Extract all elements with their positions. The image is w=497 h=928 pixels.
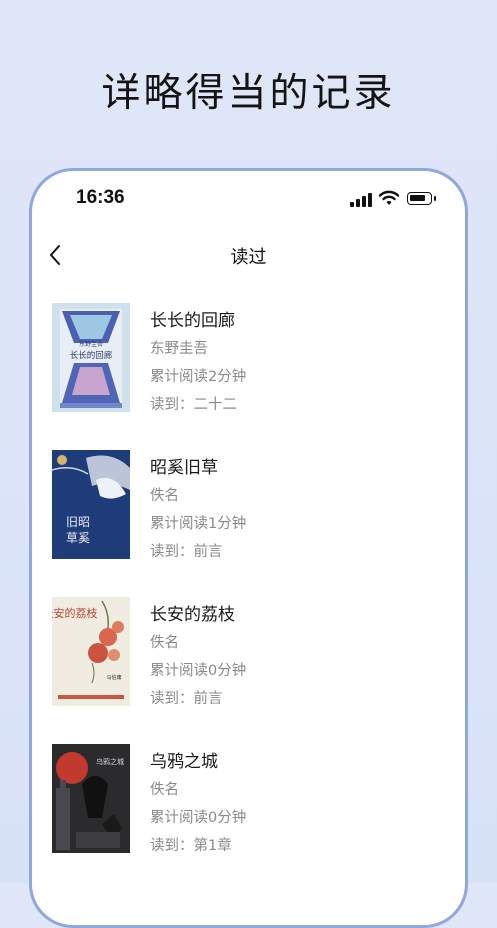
book-progress: 读到：前言 xyxy=(150,544,223,560)
book-item[interactable]: 长安的荔枝 马伯庸 长安的荔枝 佚名 累计阅读0分钟 读到：前言 xyxy=(52,597,447,709)
phone-frame: 16:36 读过 东野圭吾 长长的回廊 长长的回廊 东野圭吾 累计阅读2分钟 读… xyxy=(29,168,468,928)
book-title: 昭奚旧草 xyxy=(150,458,218,478)
book-item[interactable]: 乌鸦之城 乌鸦之城 佚名 累计阅读0分钟 读到：第1章 xyxy=(52,744,447,856)
book-read-time: 累计阅读1分钟 xyxy=(150,516,247,532)
book-cover[interactable]: 东野圭吾 长长的回廊 xyxy=(52,303,130,412)
book-item[interactable]: 旧昭 草奚 昭奚旧草 佚名 累计阅读1分钟 读到：前言 xyxy=(52,450,447,562)
wifi-icon xyxy=(379,190,399,205)
nav-bar: 读过 xyxy=(32,233,465,277)
cover-author-text: 马伯庸 xyxy=(106,674,121,681)
book-progress: 读到：第1章 xyxy=(150,838,232,854)
cover-title-text: 乌鸦之城 xyxy=(96,757,124,766)
book-author: 佚名 xyxy=(150,488,179,504)
book-cover[interactable]: 长安的荔枝 马伯庸 xyxy=(52,597,130,706)
status-bar: 16:36 xyxy=(32,171,465,227)
cover-author-text: 东野圭吾 xyxy=(79,340,103,348)
book-author: 佚名 xyxy=(150,782,179,798)
cover-title-text-2: 草奚 xyxy=(66,531,90,545)
cover-title-text: 旧昭 xyxy=(66,515,90,529)
book-title: 乌鸦之城 xyxy=(150,752,218,772)
book-author: 佚名 xyxy=(150,635,179,651)
book-progress: 读到：前言 xyxy=(150,691,223,707)
page-title: 读过 xyxy=(230,247,267,268)
cellular-signal-icon xyxy=(350,193,372,207)
book-read-time: 累计阅读2分钟 xyxy=(150,369,247,385)
book-title: 长安的荔枝 xyxy=(150,605,235,625)
book-title: 长长的回廊 xyxy=(150,311,235,331)
cover-title-text: 长长的回廊 xyxy=(70,350,113,361)
book-read-time: 累计阅读0分钟 xyxy=(150,810,247,826)
book-author: 东野圭吾 xyxy=(150,341,208,357)
book-item[interactable]: 东野圭吾 长长的回廊 长长的回廊 东野圭吾 累计阅读2分钟 读到：二十二 xyxy=(52,303,447,415)
page-headline: 详略得当的记录 xyxy=(101,71,396,116)
cover-title-text: 长安的荔枝 xyxy=(52,606,98,620)
book-progress: 读到：二十二 xyxy=(150,397,237,413)
status-time: 16:36 xyxy=(76,187,125,208)
book-cover[interactable]: 乌鸦之城 xyxy=(52,744,130,853)
battery-icon xyxy=(407,192,436,205)
book-read-time: 累计阅读0分钟 xyxy=(150,663,247,679)
book-cover[interactable]: 旧昭 草奚 xyxy=(52,450,130,559)
